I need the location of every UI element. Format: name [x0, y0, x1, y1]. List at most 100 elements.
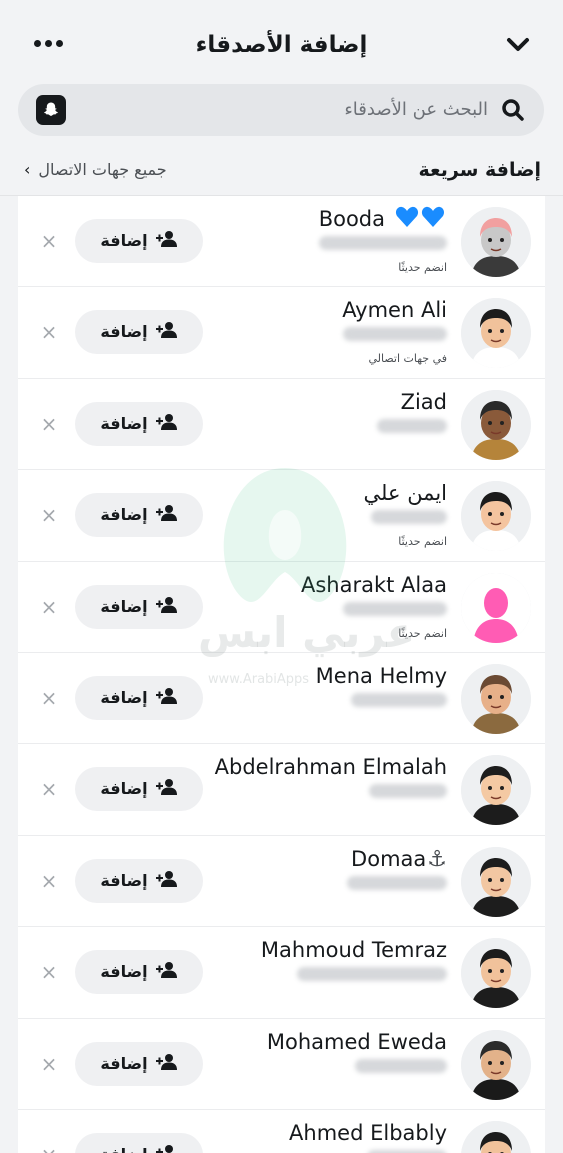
username-blurred	[369, 784, 447, 799]
list-item[interactable]: Mahmoud Temraz إضافة ×	[18, 927, 545, 1019]
page-title: إضافة الأصدقاء	[195, 32, 368, 58]
top-bar: إضافة الأصدقاء	[0, 14, 563, 74]
avatar[interactable]	[461, 298, 531, 369]
add-button-label: إضافة	[100, 413, 148, 433]
contact-name-text: Mohamed Eweda	[266, 1029, 447, 1054]
add-button-label: إضافة	[100, 322, 148, 342]
contact-name: Ahmed Elbably	[289, 1118, 447, 1148]
avatar[interactable]	[461, 1029, 531, 1100]
chevron-down-icon[interactable]	[503, 30, 533, 58]
add-friend-button[interactable]: إضافة	[75, 1041, 203, 1086]
avatar[interactable]	[461, 1120, 531, 1153]
add-button-label: إضافة	[100, 870, 148, 890]
dismiss-icon[interactable]: ×	[38, 778, 60, 800]
dismiss-icon[interactable]: ×	[38, 1144, 60, 1153]
avatar[interactable]	[461, 481, 531, 552]
username-blurred	[351, 692, 447, 707]
dismiss-icon[interactable]: ×	[38, 321, 60, 343]
search-icon	[500, 97, 526, 123]
dismiss-icon[interactable]: ×	[38, 413, 60, 435]
add-button-label: إضافة	[100, 687, 148, 707]
list-item[interactable]: Ahmed Elbably إضافة ×	[18, 1110, 545, 1153]
add-friend-icon	[155, 778, 178, 800]
add-friend-button[interactable]: إضافة	[75, 767, 203, 812]
add-friend-button[interactable]: إضافة	[75, 584, 203, 629]
username-blurred	[355, 1058, 447, 1073]
add-friend-icon	[155, 1144, 178, 1153]
list-item[interactable]: ايمن علي انضم حديثًا إضافة ×	[18, 470, 545, 562]
list-item[interactable]: Booda💙💙انضم حديثًاإضافة×	[18, 196, 545, 288]
avatar[interactable]	[461, 755, 531, 826]
add-friend-button[interactable]: إضافة	[75, 858, 203, 903]
add-friend-button[interactable]: إضافة	[75, 401, 203, 446]
add-friend-icon	[155, 961, 178, 983]
dismiss-icon[interactable]: ×	[38, 961, 60, 983]
contact-name-text: Ahmed Elbably	[289, 1120, 447, 1145]
contact-name-text: Booda	[318, 207, 385, 231]
dismiss-icon[interactable]: ×	[38, 230, 60, 252]
contact-name-text: Asharakt Alaa	[301, 572, 447, 597]
username-blurred	[297, 967, 447, 982]
chevron-left-icon: ‹	[24, 160, 31, 179]
username-blurred	[377, 418, 447, 433]
search-bar[interactable]: البحث عن الأصدقاء	[18, 84, 544, 136]
contact-name: Mohamed Eweda	[267, 1027, 447, 1057]
add-friend-button[interactable]: إضافة	[75, 493, 203, 538]
avatar[interactable]	[461, 572, 531, 643]
username-blurred	[343, 327, 447, 342]
add-friend-icon	[155, 504, 178, 526]
username-blurred	[343, 601, 447, 616]
contact-status: انضم حديثًا	[398, 535, 447, 549]
list-item[interactable]: Asharakt Alaa انضم حديثًا إضافة ×	[18, 562, 545, 653]
add-button-label: إضافة	[100, 1143, 147, 1153]
contact-name-text: Ziad	[400, 389, 447, 414]
add-button-label: إضافة	[100, 962, 148, 982]
add-button-label: إضافة	[100, 1053, 148, 1073]
avatar[interactable]	[461, 663, 531, 734]
list-item[interactable]: Abdelrahman Elmalah إضافة ×	[18, 744, 545, 836]
contact-name: Mahmoud Temraz	[261, 935, 447, 965]
add-friend-icon	[155, 230, 178, 252]
dismiss-icon[interactable]: ×	[38, 687, 60, 709]
list-item[interactable]: Domaa⚓ إضافة ×	[18, 836, 545, 928]
add-friend-button[interactable]: إضافة	[75, 219, 203, 263]
dismiss-icon[interactable]: ×	[38, 870, 60, 892]
snapchat-ghost-icon[interactable]	[36, 95, 66, 125]
contact-name: Ziad	[401, 387, 447, 417]
contact-name-text: Domaa	[351, 846, 427, 871]
contact-name: Abdelrahman Elmalah	[215, 752, 447, 782]
add-friend-button[interactable]: إضافة	[75, 1132, 203, 1153]
list-item[interactable]: Mena Helmy إضافة ×	[18, 653, 545, 745]
add-button-label: إضافة	[100, 231, 148, 250]
list-item[interactable]: Aymen Ali في جهات اتصالي إضافة ×	[18, 287, 545, 379]
search-input[interactable]: البحث عن الأصدقاء	[344, 97, 488, 123]
header: إضافة الأصدقاء البحث عن الأصدقاء إضافة س…	[0, 0, 563, 196]
avatar[interactable]	[461, 389, 531, 460]
dismiss-icon[interactable]: ×	[38, 596, 60, 618]
contact-status: انضم حديثًا	[398, 261, 447, 274]
contact-name: Domaa⚓	[351, 844, 447, 875]
contact-name-text: Mahmoud Temraz	[260, 938, 447, 963]
contact-name-text: Abdelrahman Elmalah	[214, 755, 447, 780]
list-item[interactable]: Mohamed Eweda إضافة ×	[18, 1019, 545, 1110]
add-friend-button[interactable]: إضافة	[75, 950, 203, 995]
avatar[interactable]	[461, 846, 531, 917]
avatar[interactable]	[461, 938, 531, 1009]
all-contacts-link[interactable]: ‹ جميع جهات الاتصال	[24, 156, 167, 184]
quick-add-list: Booda💙💙انضم حديثًاإضافة×Aymen Aliفي جهات…	[18, 196, 545, 1153]
add-friend-icon	[155, 413, 178, 435]
all-contacts-label: جميع جهات الاتصال	[38, 160, 167, 179]
contact-name-text: ايمن علي	[363, 481, 447, 506]
contact-name: ايمن علي	[364, 478, 447, 508]
add-friend-icon	[155, 687, 178, 709]
add-friend-button[interactable]: إضافة	[75, 675, 203, 720]
contact-status: في جهات اتصالي	[368, 352, 447, 366]
add-button-label: إضافة	[100, 779, 148, 799]
list-item[interactable]: Ziad إضافة ×	[18, 379, 545, 471]
dismiss-icon[interactable]: ×	[38, 1053, 60, 1075]
dismiss-icon[interactable]: ×	[38, 504, 60, 526]
username-blurred	[319, 236, 447, 250]
add-friend-icon	[155, 596, 178, 618]
avatar[interactable]	[461, 207, 531, 277]
add-friend-button[interactable]: إضافة	[75, 310, 203, 355]
